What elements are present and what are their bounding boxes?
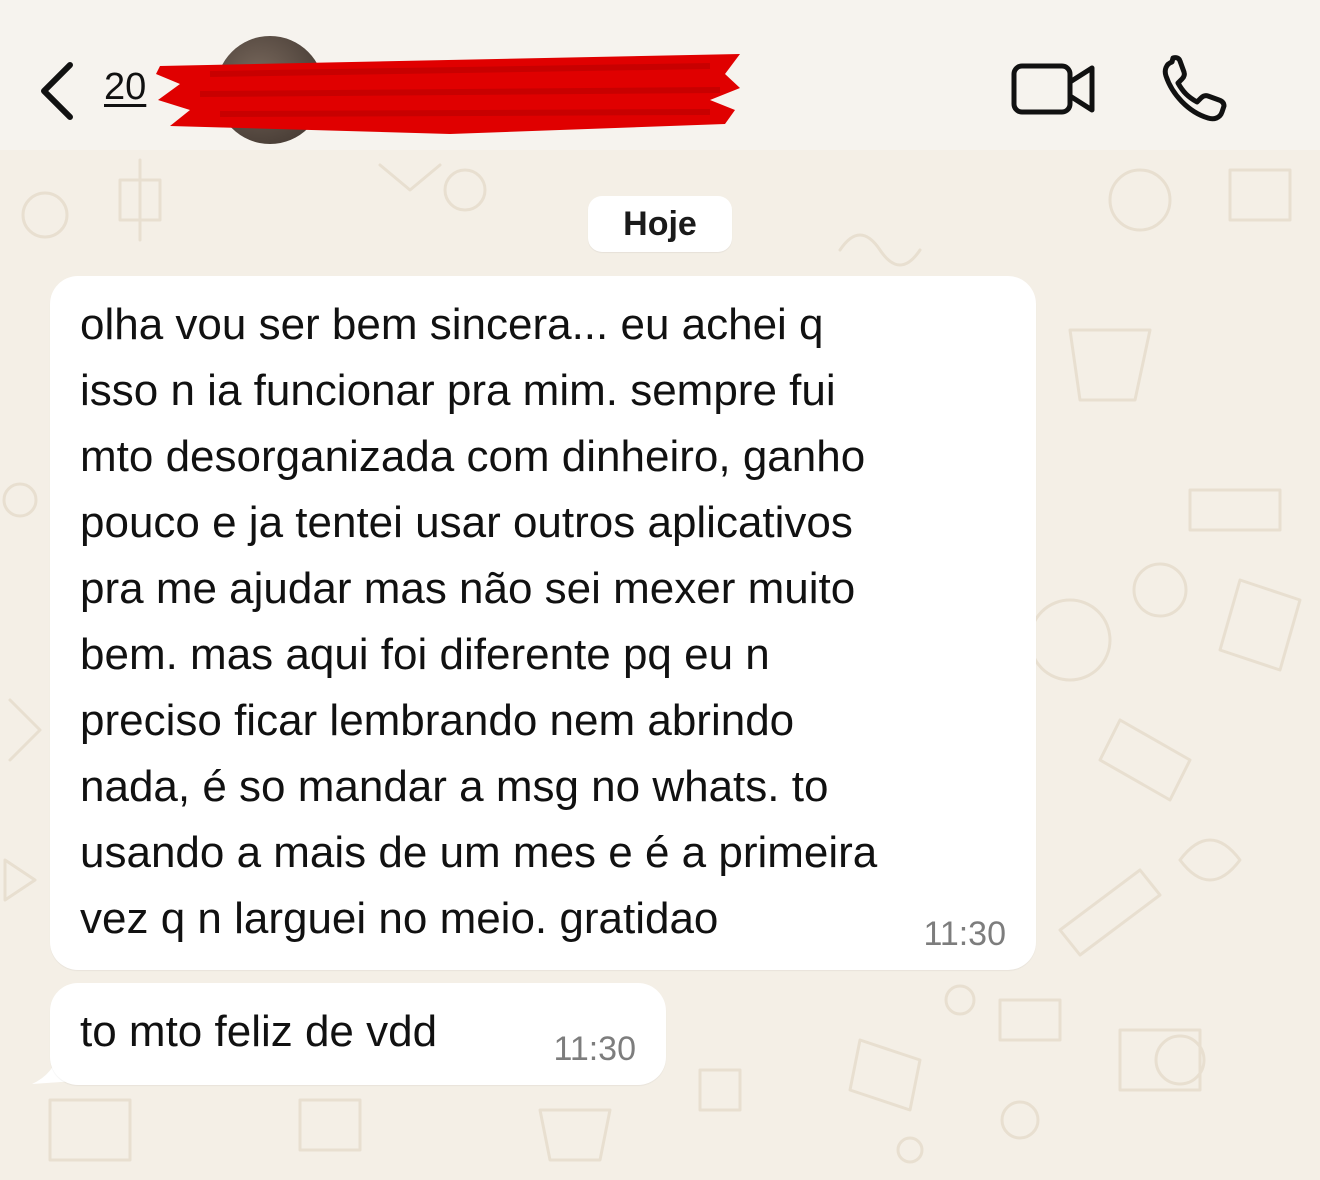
phone-icon: [1162, 55, 1227, 122]
unread-count[interactable]: 20: [104, 66, 146, 109]
message-timestamp: 11:30: [923, 915, 1006, 953]
redaction-mark: [156, 54, 740, 134]
message-text: to mto feliz de vdd: [80, 1007, 438, 1056]
date-separator: Hoje: [588, 196, 732, 252]
message-timestamp: 11:30: [553, 1030, 636, 1068]
back-button[interactable]: [30, 55, 90, 125]
video-call-button[interactable]: [1008, 56, 1098, 120]
video-camera-icon: [1011, 63, 1095, 115]
voice-call-button[interactable]: [1158, 54, 1230, 126]
chevron-left-icon: [41, 62, 73, 120]
message-bubble[interactable]: olha vou ser bem sincera... eu achei q i…: [50, 276, 1036, 970]
message-bubble[interactable]: to mto feliz de vdd 11:30: [50, 983, 666, 1085]
chat-header: 20: [0, 0, 1320, 150]
message-text: olha vou ser bem sincera... eu achei q i…: [80, 300, 878, 943]
